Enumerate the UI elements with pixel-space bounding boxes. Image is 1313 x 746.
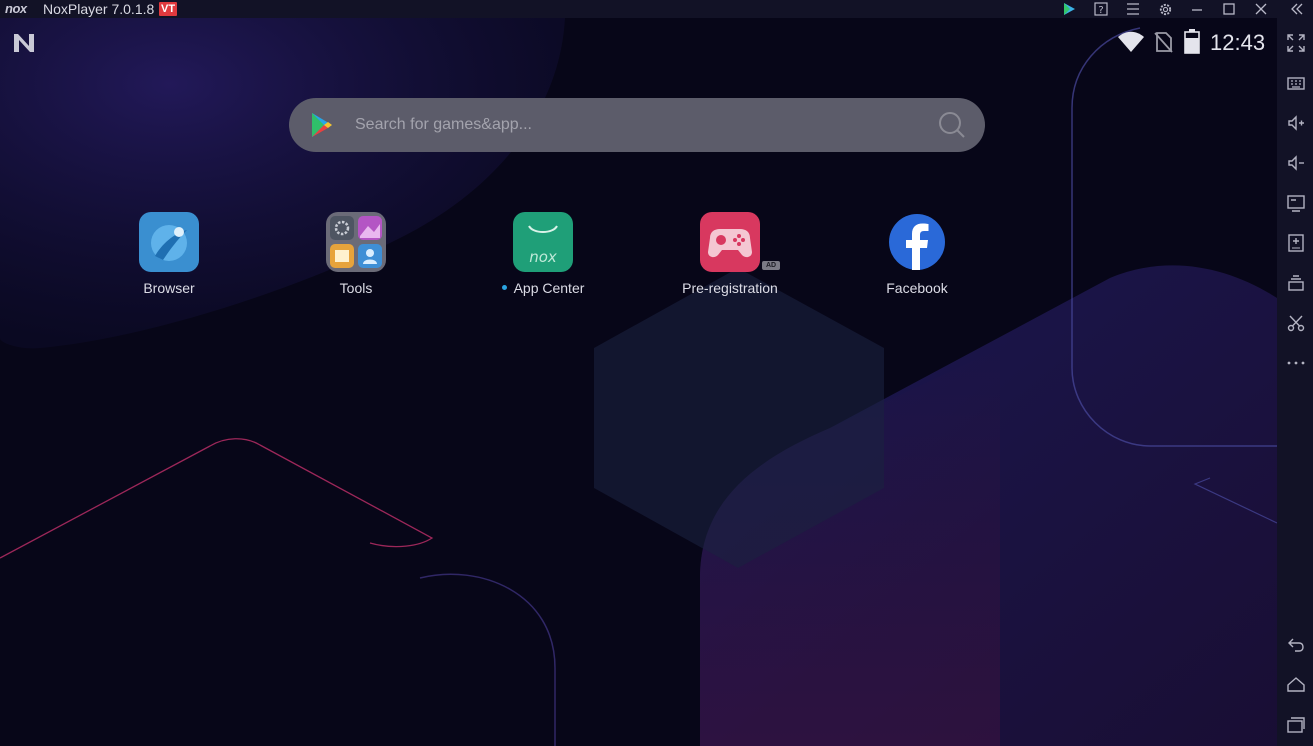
nox-logo: nox bbox=[5, 1, 27, 16]
wifi-icon bbox=[1118, 31, 1144, 52]
recents-icon[interactable] bbox=[1285, 714, 1307, 736]
app-app-center[interactable]: nox App Center bbox=[478, 212, 608, 302]
svg-text:?: ? bbox=[1098, 5, 1103, 16]
browser-icon bbox=[139, 212, 199, 272]
side-toolbar bbox=[1277, 18, 1313, 746]
new-indicator-dot bbox=[501, 284, 507, 290]
app-pre-registration[interactable]: AD Pre-registration bbox=[665, 212, 795, 302]
battery-icon bbox=[1184, 29, 1200, 54]
maximize-icon[interactable] bbox=[1218, 0, 1240, 18]
search-icon[interactable] bbox=[937, 110, 967, 140]
search-input[interactable]: Search for games&app... bbox=[355, 115, 532, 135]
android-screen[interactable]: 12:43 Search for games&app... Browser To… bbox=[0, 18, 1277, 746]
settings-icon[interactable] bbox=[1154, 0, 1176, 18]
vt-badge: VT bbox=[159, 2, 178, 16]
screen-icon[interactable] bbox=[1285, 192, 1307, 214]
minimize-icon[interactable] bbox=[1186, 0, 1208, 18]
help-icon[interactable]: ? bbox=[1090, 0, 1112, 18]
status-clock: 12:43 bbox=[1210, 30, 1266, 55]
app-tools[interactable]: Tools bbox=[291, 212, 421, 302]
status-bar: 12:43 bbox=[0, 18, 1277, 66]
play-store-icon bbox=[312, 113, 332, 137]
back-icon[interactable] bbox=[1285, 634, 1307, 656]
app-facebook[interactable]: Facebook bbox=[852, 212, 982, 302]
gamepad-icon bbox=[700, 212, 760, 272]
no-sim-icon bbox=[1154, 32, 1173, 53]
add-apk-icon[interactable] bbox=[1285, 232, 1307, 254]
close-icon[interactable] bbox=[1250, 0, 1272, 18]
search-bar[interactable]: Search for games&app... bbox=[289, 98, 985, 152]
volume-down-icon[interactable] bbox=[1285, 152, 1307, 174]
collapse-icon[interactable] bbox=[1286, 0, 1308, 18]
app-label: Pre-registration bbox=[682, 280, 778, 296]
app-browser[interactable]: Browser bbox=[104, 212, 234, 302]
tools-folder-icon bbox=[326, 212, 386, 272]
more-icon[interactable] bbox=[1285, 352, 1307, 374]
multi-instance-icon[interactable] bbox=[1285, 272, 1307, 294]
app-label: Browser bbox=[143, 280, 195, 296]
window-title: NoxPlayer 7.0.1.8 bbox=[43, 1, 155, 17]
svg-text:nox: nox bbox=[529, 248, 557, 266]
menu-icon[interactable] bbox=[1122, 0, 1144, 18]
facebook-icon bbox=[889, 214, 945, 270]
volume-up-icon[interactable] bbox=[1285, 112, 1307, 134]
scissors-icon[interactable] bbox=[1285, 312, 1307, 334]
home-icon[interactable] bbox=[1285, 674, 1307, 696]
ad-badge: AD bbox=[762, 261, 780, 270]
app-center-icon: nox bbox=[513, 212, 573, 272]
play-store-icon[interactable] bbox=[1058, 0, 1080, 18]
app-label: App Center bbox=[478, 280, 608, 297]
fullscreen-icon[interactable] bbox=[1285, 32, 1307, 54]
nox-n-icon bbox=[14, 34, 34, 52]
app-label: Tools bbox=[339, 280, 373, 296]
app-label: Facebook bbox=[886, 280, 948, 296]
title-bar: nox NoxPlayer 7.0.1.8 VT ? bbox=[0, 0, 1313, 18]
keyboard-icon[interactable] bbox=[1285, 72, 1307, 94]
